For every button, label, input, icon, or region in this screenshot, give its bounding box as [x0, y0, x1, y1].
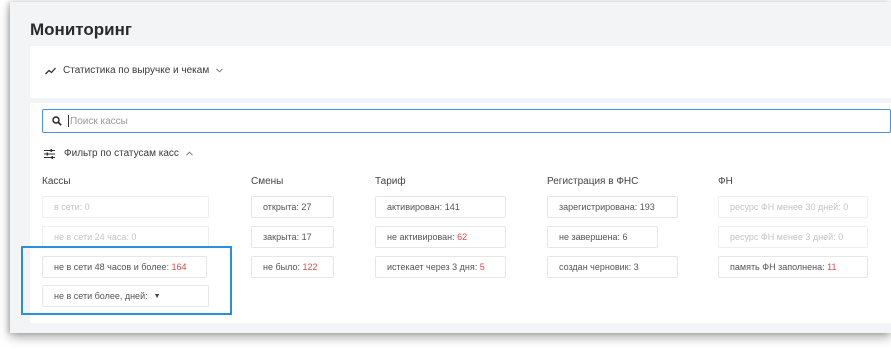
chip-value: 17: [301, 232, 312, 242]
chip-value: 0: [84, 202, 90, 212]
chip-label: в сети:: [54, 202, 83, 212]
search-box[interactable]: [42, 109, 891, 133]
column-title-smeny: Смены: [251, 176, 284, 187]
chip-value: 122: [302, 262, 318, 272]
chip-fn-full[interactable]: память ФН заполнена: 11: [718, 256, 868, 278]
chip-label: зарегистрирована:: [559, 202, 638, 212]
chip-smeny-opened[interactable]: открыта: 27: [251, 196, 334, 218]
chip-tarif-active[interactable]: активирован: 141: [375, 196, 506, 218]
stats-toggle[interactable]: Статистика по выручке и чекам: [45, 65, 230, 76]
chip-label: ресурс ФН менее 3 дней:: [730, 232, 836, 242]
chip-value: 0: [838, 232, 844, 242]
chip-value: 11: [827, 262, 837, 272]
chip-label: открыта:: [263, 202, 299, 212]
chip-fns-registered[interactable]: зарегистрирована: 193: [547, 196, 678, 218]
chip-fn-resource-30[interactable]: ресурс ФН менее 30 дней: 0: [718, 196, 868, 218]
chip-label: память ФН заполнена:: [730, 262, 825, 272]
chip-value: 6: [622, 232, 628, 242]
chip-label: не завершена:: [559, 232, 621, 242]
column-title-tarif: Тариф: [375, 176, 406, 187]
search-icon: [52, 116, 62, 126]
chip-smeny-none[interactable]: не было: 122: [251, 256, 334, 278]
chip-label: закрыта:: [263, 232, 300, 242]
chip-label: не в сети 24 часа:: [54, 232, 129, 242]
chip-value: 5: [479, 262, 485, 272]
chip-kassy-offline-24h[interactable]: не в сети 24 часа: 0: [42, 226, 209, 248]
stats-panel: Статистика по выручке и чекам: [30, 46, 891, 98]
chip-value: 141: [444, 202, 460, 212]
chip-label: активирован:: [387, 202, 443, 212]
chip-fns-draft[interactable]: создан черновик: 3: [547, 256, 678, 278]
column-title-fns: Регистрация в ФНС: [547, 176, 639, 187]
chip-label: не было:: [263, 262, 300, 272]
page-title: Мониторинг: [30, 20, 132, 39]
chevron-down-icon: [216, 68, 224, 73]
chip-label: не активирован:: [387, 232, 455, 242]
chip-value: 193: [639, 202, 655, 212]
search-input[interactable]: [68, 115, 768, 127]
filter-toggle[interactable]: Фильтр по статусам касс: [44, 148, 202, 159]
column-title-fn: ФН: [718, 176, 733, 187]
chip-value: 27: [301, 202, 312, 212]
filter-toggle-label: Фильтр по статусам касс: [64, 148, 179, 159]
chip-label: создан черновик:: [559, 262, 632, 272]
chip-kassy-online[interactable]: в сети: 0: [42, 196, 209, 218]
chip-fns-incomplete[interactable]: не завершена: 6: [547, 226, 658, 248]
chip-smeny-closed[interactable]: закрыта: 17: [251, 226, 334, 248]
chip-fn-resource-3[interactable]: ресурс ФН менее 3 дней: 0: [718, 226, 868, 248]
stats-toggle-label: Статистика по выручке и чекам: [63, 65, 210, 76]
chip-value: 0: [843, 202, 849, 212]
chip-label: истекает через 3 дня:: [387, 262, 478, 272]
chip-value: 62: [457, 232, 468, 242]
column-title-kassy: Кассы: [42, 176, 71, 187]
chip-value: 3: [633, 262, 639, 272]
chip-label: ресурс ФН менее 30 дней:: [730, 202, 841, 212]
trend-icon: [45, 67, 56, 74]
chip-value: 0: [131, 232, 137, 242]
chevron-up-icon: [186, 151, 193, 156]
chip-tarif-expiring[interactable]: истекает через 3 дня: 5: [375, 256, 506, 278]
sliders-icon: [44, 148, 55, 159]
highlight-box: [21, 246, 232, 315]
chip-tarif-inactive[interactable]: не активирован: 62: [375, 226, 506, 248]
